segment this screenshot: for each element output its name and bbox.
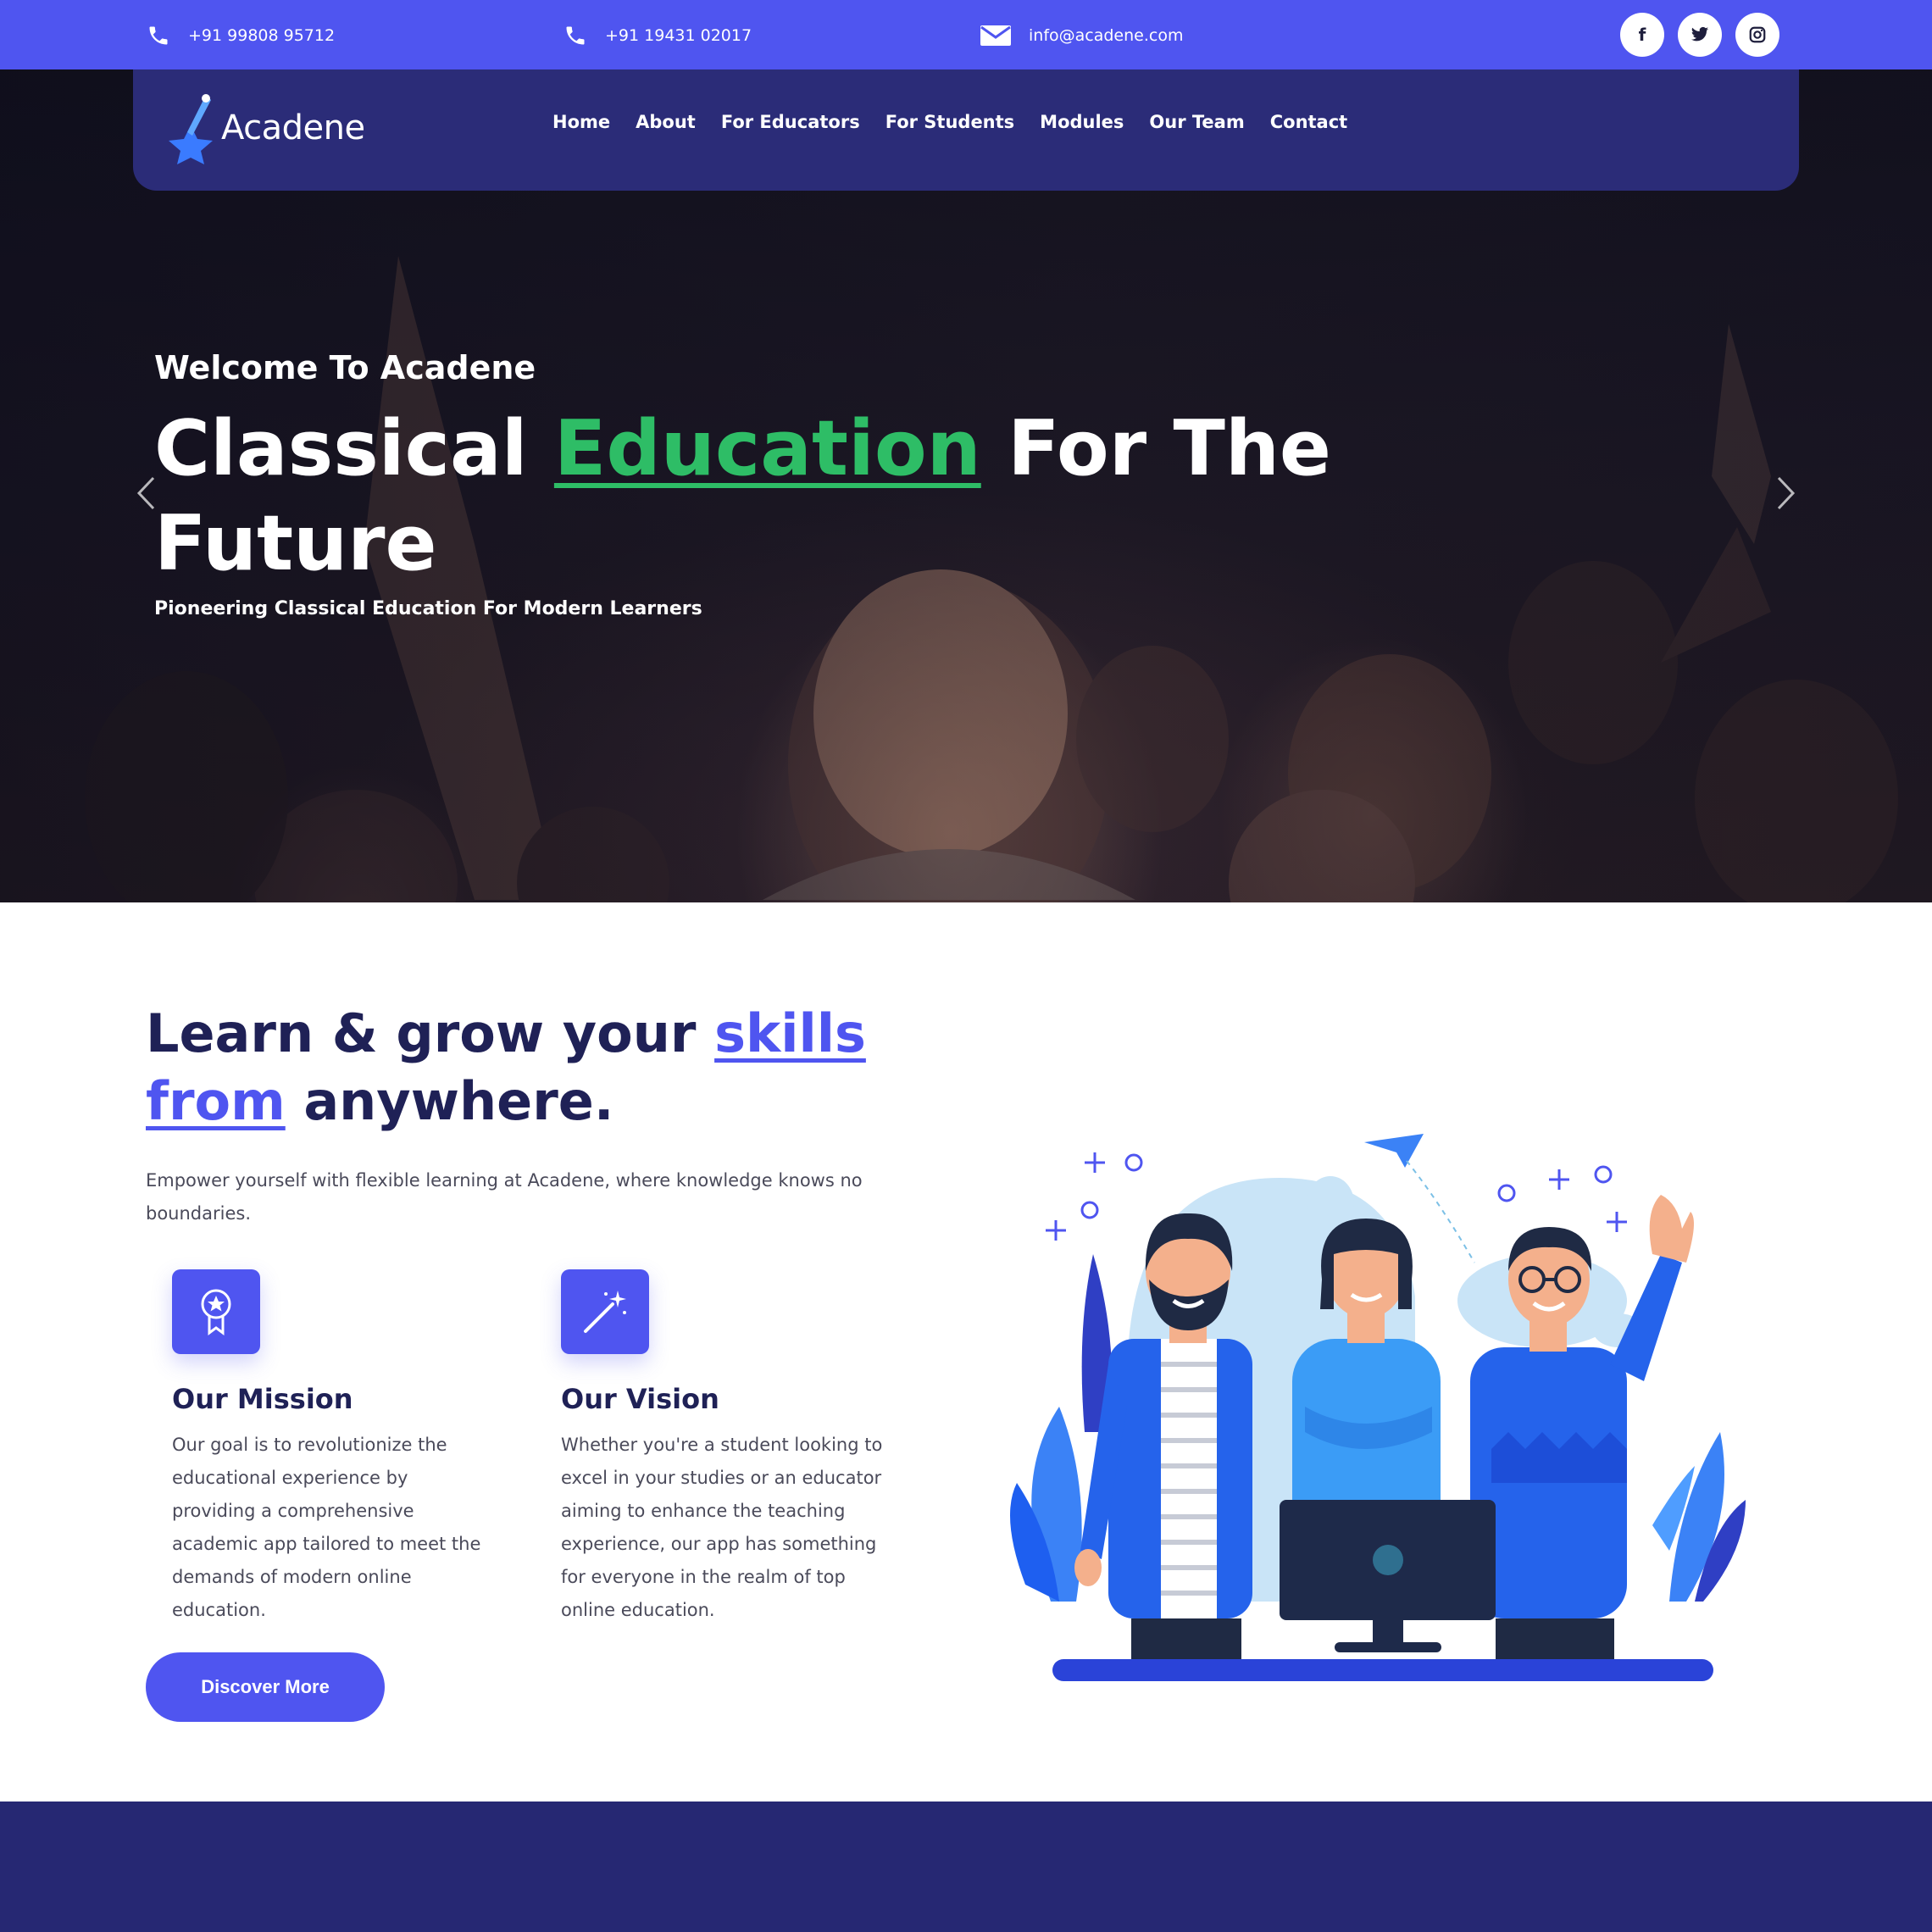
nav-item-for-students[interactable]: For Students	[886, 112, 1014, 132]
about-title-post: anywhere.	[285, 1070, 614, 1132]
hero-headline-pre: Classical	[154, 404, 554, 493]
vision-text: Whether you're a student looking to exce…	[561, 1435, 883, 1620]
phone-number-2: +91 19431 02017	[605, 26, 752, 45]
brand-logo[interactable]: Acadene	[164, 90, 365, 166]
facebook-icon[interactable]: f	[1620, 13, 1664, 57]
primary-nav: Home About For Educators For Students Mo…	[552, 112, 1347, 132]
nav-item-modules[interactable]: Modules	[1040, 112, 1124, 132]
star-rocket-logo-icon	[169, 94, 213, 164]
mission-title: Our Mission	[172, 1383, 353, 1415]
phone-contact-1[interactable]: +91 99808 95712	[146, 19, 335, 53]
slider-next-icon[interactable]	[1769, 468, 1803, 519]
footer-band	[0, 1802, 1932, 1932]
discover-more-button[interactable]: Discover More	[146, 1652, 385, 1722]
about-title-pre: Learn & grow your	[146, 1002, 715, 1064]
team-illustration	[1010, 1134, 1746, 1681]
brand-name: Acadene	[221, 108, 365, 147]
email-address: info@acadene.com	[1029, 26, 1184, 45]
hero-welcome: Welcome To Acadene	[154, 349, 536, 386]
award-ribbon-icon	[172, 1269, 260, 1354]
phone-icon	[146, 23, 171, 48]
about-title: Learn & grow your skills from anywhere.	[146, 1000, 976, 1135]
nav-item-our-team[interactable]: Our Team	[1149, 112, 1244, 132]
hero-subline: Pioneering Classical Education For Moder…	[154, 598, 702, 619]
top-contact-bar: +91 99808 95712 +91 19431 02017 info@aca…	[0, 0, 1932, 69]
mission-text: Our goal is to revolutionize the educati…	[172, 1435, 481, 1620]
phone-contact-2[interactable]: +91 19431 02017	[563, 19, 752, 53]
phone-number-1: +91 99808 95712	[188, 26, 336, 45]
social-links: f	[1620, 13, 1779, 57]
magic-wand-icon	[561, 1269, 649, 1354]
twitter-icon[interactable]	[1678, 13, 1722, 57]
phone-icon	[563, 23, 588, 48]
instagram-icon[interactable]	[1735, 13, 1779, 57]
main-navbar: Acadene Home About For Educators For Stu…	[133, 69, 1799, 191]
email-contact[interactable]: info@acadene.com	[980, 19, 1183, 53]
mail-icon	[980, 23, 1012, 48]
nav-item-home[interactable]: Home	[552, 112, 610, 132]
nav-item-for-educators[interactable]: For Educators	[721, 112, 860, 132]
nav-item-about[interactable]: About	[636, 112, 696, 132]
hero-headline-highlight: Education	[553, 404, 981, 493]
about-description: Empower yourself with flexible learning …	[146, 1170, 863, 1224]
hero-headline: Classical Education For The Future	[154, 402, 1341, 591]
hero-banner: Acadene Home About For Educators For Stu…	[0, 69, 1932, 902]
vision-title: Our Vision	[561, 1383, 719, 1415]
nav-item-contact[interactable]: Contact	[1270, 112, 1348, 132]
